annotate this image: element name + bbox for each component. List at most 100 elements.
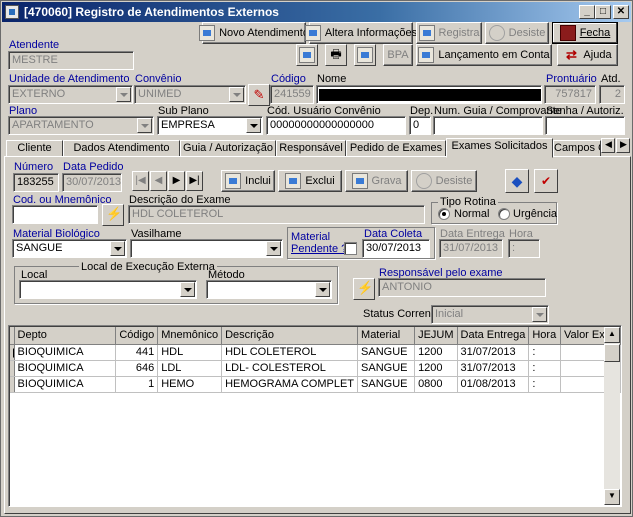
inclui-button[interactable]: Inclui [221,170,275,192]
cell-depto[interactable]: BIOQUIMICA [14,376,117,393]
datacoleta-field[interactable]: 30/07/2013 [362,239,430,258]
col-hora[interactable]: Hora [528,327,561,345]
cell-depto[interactable]: BIOQUIMICA [14,344,117,361]
nav-next-button[interactable]: ▶ [168,171,185,191]
cell-mnemonico[interactable]: LDL [157,360,223,377]
urgencia-label: Urgência [513,208,558,220]
datapedido-field: 30/07/2013 [62,173,122,192]
col-depto[interactable]: Depto [14,327,117,345]
tab-scroll-right[interactable]: ▶ [616,138,630,153]
col-codigo[interactable]: Código [115,327,159,345]
desiste-top-button[interactable]: Desiste [485,22,549,44]
cell-hora[interactable]: : [528,344,561,361]
nav-last-button[interactable]: ▶| [186,171,203,191]
col-jejum[interactable]: JEJUM [414,327,458,345]
cell-mnemonico[interactable]: HDL [157,344,223,361]
cell-descricao[interactable]: HEMOGRAMA COMPLET [221,376,359,393]
subplano-select[interactable]: EMPRESA [157,116,263,135]
col-material[interactable]: Material [357,327,416,345]
cell-data-entrega[interactable]: 31/07/2013 [457,360,530,377]
plano-select[interactable]: APARTAMENTO [8,116,154,135]
nav-first-button[interactable]: |◀ [132,171,149,191]
table-row[interactable]: BIOQUIMICA 1 HEMO HEMOGRAMA COMPLET SANG… [10,376,621,393]
cell-depto[interactable]: BIOQUIMICA [14,360,117,377]
codmnem-field[interactable] [12,205,98,224]
cell-codigo[interactable]: 646 [115,360,159,377]
convenio-select[interactable]: UNIMED [134,85,246,104]
responsavel-search-button[interactable] [353,278,375,300]
grid-vertical-scrollbar[interactable]: ▲ ▼ [604,327,620,505]
transfer-icon-button[interactable] [296,44,318,66]
cell-hora[interactable]: : [528,376,561,393]
tab-pedido-exames[interactable]: Pedido de Exames [346,140,446,157]
desiste-exam-button[interactable]: Desiste [411,170,477,192]
col-mnemonico[interactable]: Mnemônico [157,327,223,345]
tab-dados-atendimento[interactable]: Dados Atendimento [63,140,180,157]
status-select[interactable]: Inicial [431,305,549,324]
cell-jejum[interactable]: 1200 [414,360,458,377]
copy-button[interactable] [354,44,376,66]
scroll-down-button[interactable]: ▼ [604,489,620,505]
cell-material[interactable]: SANGUE [357,376,416,393]
cell-hora[interactable]: : [528,360,561,377]
chevron-down-icon [137,118,152,133]
tab-exames-solicitados[interactable]: Exames Solicitados [446,138,553,158]
exclui-button[interactable]: Exclui [278,170,342,192]
normal-radio[interactable] [438,208,450,220]
cell-data-entrega[interactable]: 31/07/2013 [457,344,530,361]
senha-field[interactable] [545,116,625,135]
numguia-field[interactable] [433,116,543,135]
cell-mnemonico[interactable]: HEMO [157,376,223,393]
tab-responsavel[interactable]: Responsável [276,140,346,157]
ajuda-button[interactable]: ⇄ Ajuda [557,44,618,66]
cell-data-entrega[interactable]: 01/08/2013 [457,376,530,393]
normal-label: Normal [454,208,490,220]
cell-material[interactable]: SANGUE [357,360,416,377]
bpa-button[interactable]: BPA [383,44,413,66]
table-row[interactable]: BIOQUIMICA 646 LDL LDL- COLESTEROL SANGU… [10,360,621,377]
unidade-select[interactable]: EXTERNO [8,85,133,104]
tab-scroll-left[interactable]: ◀ [601,138,615,153]
cell-jejum[interactable]: 1200 [414,344,458,361]
cell-descricao[interactable]: HDL COLETEROL [221,344,359,361]
col-descricao[interactable]: Descrição [221,327,359,345]
urgencia-radio[interactable] [498,208,510,220]
close-button[interactable]: ✕ [613,5,629,19]
dep-field[interactable]: 0 [409,116,431,135]
tab-bar: Cliente Dados Atendimento Guia / Autoriz… [2,138,632,158]
book-button[interactable]: ◆ [505,169,529,193]
print-button[interactable]: 🖶 [325,44,347,66]
nav-prev-button[interactable]: ◀ [150,171,167,191]
metodo-select[interactable] [206,280,332,299]
cell-codigo[interactable]: 1 [115,376,159,393]
grid-header-row: Depto Código Mnemônico Descrição Materia… [10,327,621,345]
vasilhame-select[interactable] [130,239,283,258]
material-pendente-checkbox[interactable] [344,242,357,255]
codusuario-field[interactable]: 00000000000000000 [266,116,406,135]
cell-jejum[interactable]: 0800 [414,376,458,393]
tab-campos[interactable]: Campos C [553,140,601,157]
cell-codigo[interactable]: 441 [115,344,159,361]
codmnem-search-button[interactable] [102,204,124,226]
local-select[interactable] [19,280,197,299]
lancamento-conta-button[interactable]: Lançamento em Conta [416,44,552,66]
scroll-thumb[interactable] [604,344,620,362]
cell-descricao[interactable]: LDL- COLESTEROL [221,360,359,377]
grava-button[interactable]: Grava [345,170,408,192]
maximize-button[interactable]: □ [595,5,611,19]
fecha-button[interactable]: Fecha [552,22,618,44]
tab-cliente[interactable]: Cliente [6,140,63,157]
table-row[interactable]: BIOQUIMICA 441 HDL HDL COLETEROL SANGUE … [10,344,621,361]
altera-informacoes-button[interactable]: Altera Informações [304,22,417,44]
checklist-button[interactable]: ✔ [534,169,558,193]
convenio-edit-button[interactable]: ✎ [248,84,270,106]
minimize-button[interactable]: _ [579,5,595,19]
cell-material[interactable]: SANGUE [357,344,416,361]
novo-atendimento-button[interactable]: Novo Atendimento [199,22,309,44]
scroll-up-button[interactable]: ▲ [604,327,620,343]
col-data-entrega[interactable]: Data Entrega [457,327,530,345]
title-bar[interactable]: [470060] Registro de Atendimentos Extern… [2,2,631,22]
material-select[interactable]: SANGUE [12,239,127,258]
tab-guia-autorizacao[interactable]: Guia / Autorização [180,140,276,157]
registra-button[interactable]: Registra [416,22,482,44]
